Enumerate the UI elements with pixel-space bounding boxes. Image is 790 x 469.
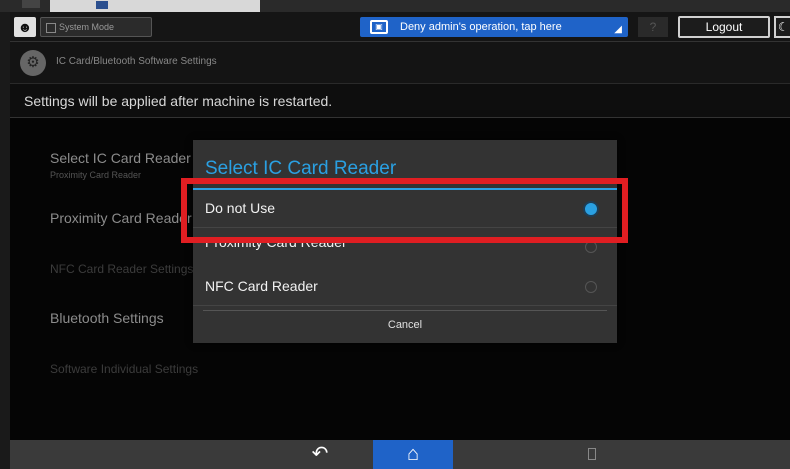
restart-notice: Settings will be applied after machine i… <box>10 84 790 118</box>
radio-icon[interactable] <box>585 241 597 253</box>
frame-tab <box>50 0 260 12</box>
user-icon[interactable]: ☻ <box>14 17 36 37</box>
dialog-title: Select IC Card Reader <box>205 158 397 179</box>
radio-selected-icon[interactable] <box>585 203 597 215</box>
option-label: Do not Use <box>205 200 276 216</box>
energy-saver-button[interactable]: ☾ <box>774 16 790 38</box>
deny-admin-label: Deny admin's operation, tap here <box>400 21 562 33</box>
option-do-not-use[interactable]: Do not Use <box>193 190 617 228</box>
outer-frame <box>0 0 790 12</box>
cancel-button[interactable]: Cancel <box>203 310 607 338</box>
setting-select-ic-card-reader[interactable]: Select IC Card Reader <box>50 150 191 166</box>
home-button[interactable]: ⌂ <box>373 440 453 469</box>
page-title: IC Card/Bluetooth Software Settings <box>56 56 217 67</box>
frame-app-icon <box>96 1 108 9</box>
top-bar: ☻ System Mode ▣ Deny admin's operation, … <box>10 12 790 42</box>
settings-title-bar: ⚙ IC Card/Bluetooth Software Settings <box>10 42 790 84</box>
gear-icon: ⚙ <box>20 50 46 76</box>
logout-button[interactable]: Logout <box>678 16 770 38</box>
setting-nfc-card-reader[interactable]: NFC Card Reader Settings <box>50 262 193 276</box>
home-icon: ⌂ <box>406 443 420 465</box>
deny-admin-operation-button[interactable]: ▣ Deny admin's operation, tap here ◢ <box>360 17 628 37</box>
radio-icon[interactable] <box>585 281 597 293</box>
chevron-icon: ◢ <box>614 24 622 35</box>
option-label: Proximity Card Reader <box>205 234 347 250</box>
page-indicator-icon <box>588 448 596 460</box>
option-nfc-card-reader[interactable]: NFC Card Reader <box>193 268 617 306</box>
frame-tab-icon <box>22 0 40 8</box>
back-arrow-icon: ↶ <box>311 443 329 465</box>
setting-select-ic-card-reader-value: Proximity Card Reader <box>50 170 142 180</box>
setting-software-individual[interactable]: Software Individual Settings <box>50 362 198 376</box>
option-proximity-card-reader[interactable]: Proximity Card Reader <box>193 228 617 260</box>
moon-icon: ☾ <box>778 20 789 34</box>
admin-screen-icon: ▣ <box>370 20 388 34</box>
bottom-bar: ↶ ⌂ <box>10 440 790 469</box>
option-label: NFC Card Reader <box>205 278 318 294</box>
system-mode-button[interactable]: System Mode <box>40 17 152 37</box>
back-button[interactable]: ↶ <box>295 442 345 467</box>
help-button[interactable]: ? <box>638 17 668 37</box>
select-ic-card-reader-dialog: Select IC Card Reader Do not Use Proximi… <box>193 140 617 343</box>
setting-bluetooth[interactable]: Bluetooth Settings <box>50 310 164 326</box>
